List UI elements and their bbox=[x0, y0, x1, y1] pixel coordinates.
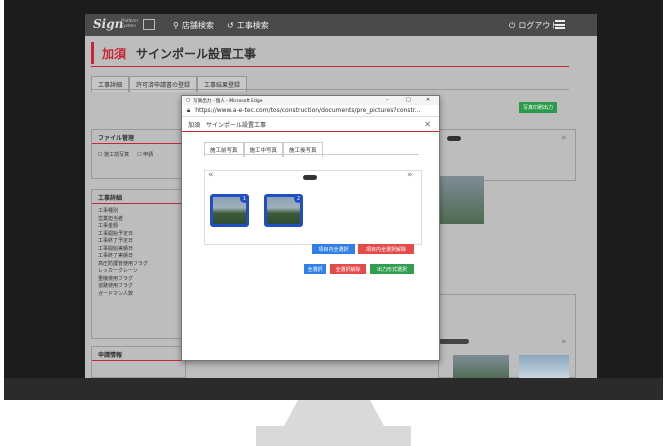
page-title-text: サインポール設置工事 bbox=[136, 46, 257, 61]
chevron-right-icon[interactable]: » bbox=[561, 337, 567, 347]
url-text: https://www.a-e-tec.com/tos/construction… bbox=[195, 107, 421, 114]
modal-title-prefix: 加須 bbox=[188, 121, 201, 129]
apply-panel: 申請情報 bbox=[91, 346, 186, 378]
list-item: 工事終了予定日 bbox=[98, 238, 134, 244]
modal-title: サインポール設置工事 bbox=[206, 121, 267, 129]
monitor-frame: Sign Platform System ⚲ 店舗検索 ↺ 工事検索 ⏻ ログア… bbox=[4, 0, 663, 400]
carousel-dot[interactable] bbox=[447, 136, 461, 141]
history-icon: ↺ bbox=[227, 21, 234, 30]
checkbox-apply[interactable]: ☐ 申請 bbox=[137, 152, 153, 160]
address-bar[interactable]: 🔒︎ https://www.a-e-tec.com/tos/construct… bbox=[182, 105, 439, 117]
store-search-label: 店舗検索 bbox=[181, 21, 214, 30]
photo-export-window: ▢ 写真出力 - 個人 - Microsoft Edge – □ ✕ 🔒︎ ht… bbox=[181, 95, 440, 361]
page-title: 加須 サインポール設置工事 bbox=[91, 42, 256, 64]
app-logo-subtitle: Platform System bbox=[121, 18, 138, 28]
monitor-chin bbox=[4, 378, 663, 400]
list-item: 工事終了実績日 bbox=[98, 253, 134, 259]
chevron-right-icon[interactable]: » bbox=[561, 133, 567, 143]
list-item: 営業担当者 bbox=[98, 215, 124, 222]
close-window-icon[interactable]: ✕ bbox=[426, 97, 430, 103]
list-item: 道路使用フラグ bbox=[98, 283, 134, 289]
tabs-divider bbox=[91, 89, 569, 90]
list-item: 工事開始実績日 bbox=[98, 245, 134, 252]
window-title: 写真出力 - 個人 - Microsoft Edge bbox=[193, 98, 263, 104]
detail-panel-title: 工事詳細 bbox=[92, 190, 185, 204]
lock-icon: 🔒︎ bbox=[187, 106, 191, 114]
background-photo bbox=[453, 355, 509, 378]
list-item: レッカークレーン bbox=[98, 268, 138, 274]
detail-panel: 工事詳細 工事種別 営業担当者 工事金額 工事開始予定日 工事終了予定日 工事開… bbox=[91, 189, 186, 339]
background-gallery: » bbox=[438, 129, 576, 224]
chevron-left-icon[interactable]: « bbox=[208, 170, 214, 180]
store-search-link[interactable]: ⚲ 店舗検索 bbox=[173, 20, 214, 31]
file-panel: ファイル管理 ☐ 施工前写真 ☐ 申請 bbox=[91, 129, 186, 179]
checkbox-pre-photo[interactable]: ☐ 施工前写真 bbox=[98, 152, 129, 160]
power-icon: ⏻ bbox=[509, 20, 516, 30]
tabs-divider bbox=[204, 154, 419, 155]
app-logo[interactable]: Sign bbox=[93, 17, 123, 31]
list-item: 工事金額 bbox=[98, 223, 119, 229]
checkbox-apply-label: 申請 bbox=[143, 152, 154, 158]
title-divider bbox=[91, 66, 569, 67]
monitor-base bbox=[256, 426, 411, 446]
deselect-all-button[interactable]: 全選択解除 bbox=[330, 264, 366, 274]
list-item: 重機使用フラグ bbox=[98, 275, 134, 282]
logout-label: ログアウト bbox=[518, 21, 559, 30]
list-item: ガードマン人数 bbox=[98, 290, 134, 297]
screen: Sign Platform System ⚲ 店舗検索 ↺ 工事検索 ⏻ ログア… bbox=[85, 14, 597, 378]
close-icon[interactable]: ✕ bbox=[424, 120, 431, 129]
monitor-stand bbox=[284, 400, 384, 426]
file-checkboxes: ☐ 施工前写真 ☐ 申請 bbox=[92, 144, 185, 164]
page-title-prefix: 加須 bbox=[102, 46, 127, 61]
photo-thumbnail[interactable]: 1 bbox=[210, 194, 249, 227]
selection-badge: 1 bbox=[240, 194, 249, 203]
browser-icon: ▢ bbox=[186, 98, 191, 103]
carousel-dots[interactable] bbox=[439, 339, 469, 344]
background-photo bbox=[439, 176, 484, 224]
detail-list: 工事種別 営業担当者 工事金額 工事開始予定日 工事終了予定日 工事開始実績日 … bbox=[92, 204, 185, 302]
apply-panel-title: 申請情報 bbox=[92, 347, 185, 361]
window-titlebar: ▢ 写真出力 - 個人 - Microsoft Edge bbox=[182, 96, 439, 105]
list-item: 工事開始予定日 bbox=[98, 230, 134, 237]
select-all-button[interactable]: 全選択 bbox=[304, 264, 326, 274]
menu-icon[interactable] bbox=[555, 20, 565, 29]
list-item: 高圧防護管使用フラグ bbox=[98, 260, 149, 267]
construction-search-link[interactable]: ↺ 工事検索 bbox=[227, 20, 269, 31]
minimize-icon[interactable]: – bbox=[386, 97, 389, 103]
store-icon[interactable] bbox=[143, 19, 155, 30]
maximize-icon[interactable]: □ bbox=[406, 97, 411, 103]
top-navbar: Sign Platform System ⚲ 店舗検索 ↺ 工事検索 ⏻ ログア… bbox=[85, 14, 597, 36]
logout-link[interactable]: ⏻ ログアウト bbox=[509, 20, 558, 31]
construction-search-label: 工事検索 bbox=[236, 21, 269, 30]
output-format-button[interactable]: 出力形式選択 bbox=[370, 264, 414, 274]
carousel-dot[interactable] bbox=[303, 175, 317, 180]
modal-header: 加須 サインポール設置工事 ✕ bbox=[182, 117, 439, 132]
checkbox-pre-photo-label: 施工前写真 bbox=[104, 152, 130, 158]
background-gallery-2: » bbox=[438, 294, 576, 378]
chevron-right-icon[interactable]: » bbox=[407, 170, 413, 180]
photo-thumbnail[interactable]: 2 bbox=[264, 194, 303, 227]
search-icon: ⚲ bbox=[173, 21, 179, 30]
file-panel-title: ファイル管理 bbox=[92, 130, 185, 144]
select-all-in-item-button[interactable]: 項目内全選択 bbox=[312, 244, 355, 254]
deselect-all-in-item-button[interactable]: 項目内全選択解除 bbox=[358, 244, 414, 254]
selection-badge: 2 bbox=[294, 194, 303, 203]
list-item: 工事種別 bbox=[98, 208, 119, 214]
background-photo bbox=[519, 355, 569, 378]
export-photo-button[interactable]: 写真印刷出力 bbox=[519, 102, 558, 113]
